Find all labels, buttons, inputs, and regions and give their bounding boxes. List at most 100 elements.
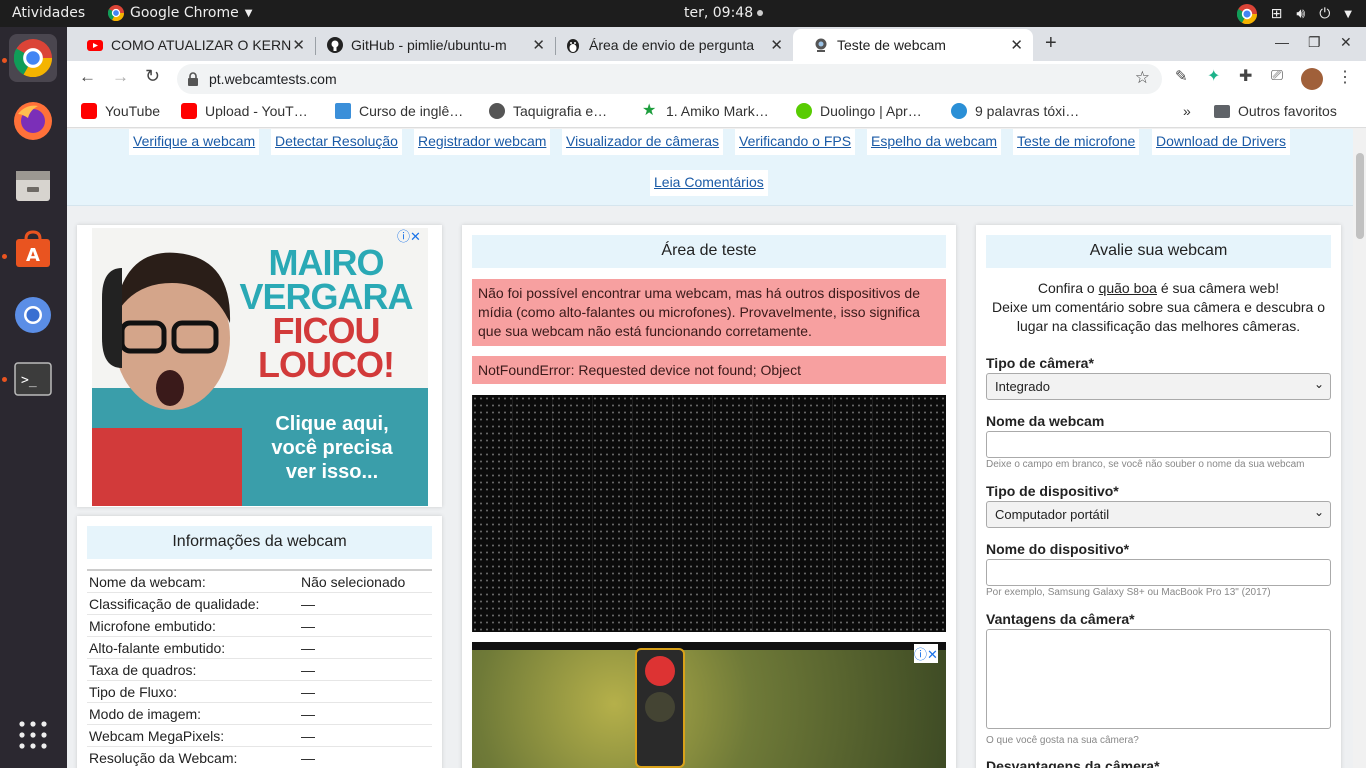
running-indicator [2, 254, 7, 259]
device-name-input[interactable] [986, 559, 1331, 586]
info-row: Classificação de qualidade: — [87, 593, 432, 615]
new-tab-button[interactable]: + [1045, 32, 1057, 55]
close-icon[interactable]: ✕ [532, 36, 545, 54]
quality-link[interactable]: quão boa [1099, 280, 1157, 296]
power-icon[interactable]: ⏻ [1319, 6, 1330, 22]
reload-button[interactable]: ↻ [145, 66, 160, 87]
tab-askubuntu[interactable]: Área de envio de pergunta ✕ [545, 29, 793, 61]
running-indicator [2, 58, 7, 63]
dock-software-icon[interactable]: A [9, 226, 57, 274]
duolingo-icon [796, 103, 812, 119]
nav-link-microfone[interactable]: Teste de microfone [1013, 129, 1140, 155]
ad-cta: Clique aqui, você precisa ver isso... [271, 413, 393, 483]
webcam-name-label: Nome da webcam [986, 413, 1105, 429]
nav-link-espelho[interactable]: Espelho da webcam [867, 129, 1002, 155]
chrome-tray-icon[interactable] [1236, 4, 1257, 24]
page-scrollbar[interactable] [1353, 129, 1366, 768]
tab-github[interactable]: GitHub - pimlie/ubuntu-m ✕ [307, 29, 555, 61]
more-bookmarks-button[interactable]: » [1183, 103, 1191, 119]
browser-toolbar: ← → ↻ pt.webcamtests.com ☆ ✎ ✦ ✚ ⎚ ⋮ [67, 61, 1366, 95]
maximize-button[interactable]: ❐ [1308, 34, 1321, 51]
other-bookmarks-folder[interactable]: Outros favoritos [1214, 103, 1337, 119]
info-row: Microfone embutido: — [87, 615, 432, 637]
webcam-icon [815, 38, 827, 52]
ad-banner[interactable]: MAIRO VERGARA FICOU LOUCO! Clique aqui, v… [92, 228, 428, 506]
app-menu[interactable]: Google Chrome ▼ [108, 5, 252, 21]
nav-link-registrador[interactable]: Registrador webcam [414, 129, 551, 155]
pros-textarea[interactable] [986, 629, 1331, 729]
dock-firefox-icon[interactable] [9, 97, 57, 145]
minimize-button[interactable]: — [1275, 34, 1289, 50]
info-row: Webcam MegaPixels: — [87, 725, 432, 747]
rate-webcam-title: Avalie sua webcam [986, 235, 1331, 268]
info-row: Resolução da Webcam: — [87, 747, 432, 768]
tab-youtube[interactable]: COMO ATUALIZAR O KERN ✕ [67, 29, 315, 61]
system-tray[interactable]: ⊞ 🔊︎ ⏻ ▼ [1236, 4, 1352, 24]
pros-label: Vantagens da câmera* [986, 611, 1135, 627]
nav-link-visualizador[interactable]: Visualizador de câmeras [562, 129, 724, 155]
nav-link-verifique[interactable]: Verifique a webcam [129, 129, 260, 155]
info-icon [951, 103, 967, 119]
show-apps-icon[interactable] [9, 711, 57, 759]
close-icon[interactable]: ✕ [770, 36, 783, 54]
bookmark-star-icon[interactable]: ☆ [1135, 68, 1150, 88]
close-icon[interactable]: ✕ [292, 36, 305, 54]
network-icon[interactable]: ⊞ [1271, 6, 1283, 22]
clock[interactable]: ter, 09:48 [684, 5, 764, 21]
volume-icon[interactable]: 🔊︎ [1296, 6, 1305, 22]
scrollbar-thumb[interactable] [1356, 153, 1364, 239]
info-row: Alto-falante embutido: — [87, 637, 432, 659]
address-bar[interactable]: pt.webcamtests.com ☆ [177, 64, 1162, 94]
bookmark-youtube[interactable]: YouTube [81, 103, 160, 119]
device-type-select[interactable]: Computador portátil ⌄ [986, 501, 1331, 528]
device-name-hint: Por exemplo, Samsung Galaxy S8+ ou MacBo… [986, 587, 1271, 598]
tab-title: Teste de webcam [837, 37, 946, 53]
camera-type-select[interactable]: Integrado ⌄ [986, 373, 1331, 400]
video-ad[interactable]: ⓘ✕ [472, 642, 946, 768]
site-nav: Verifique a webcam Detectar Resolução Re… [67, 129, 1353, 206]
error-message: NotFoundError: Requested device not foun… [472, 356, 946, 384]
activities-button[interactable]: Atividades [12, 5, 85, 21]
dock-files-icon[interactable] [9, 161, 57, 209]
extension-icon[interactable]: ✦ [1207, 66, 1220, 86]
bookmark-taquigrafia[interactable]: Taquigrafia e… [489, 103, 607, 119]
puzzle-icon[interactable]: ✚ [1239, 66, 1252, 86]
forward-button[interactable]: → [112, 67, 129, 87]
eyedropper-extension-icon[interactable]: ✎ [1175, 67, 1188, 85]
globe-icon [489, 103, 505, 119]
close-window-button[interactable]: ✕ [1340, 34, 1352, 51]
adchoices-icon[interactable]: ⓘ✕ [914, 644, 938, 663]
pros-hint: O que você gosta na sua câmera? [986, 735, 1139, 746]
dock-terminal-icon[interactable]: >_ [9, 355, 57, 403]
nav-link-comentarios[interactable]: Leia Comentários [650, 170, 768, 196]
system-top-bar: Atividades Google Chrome ▼ ter, 09:48 ⊞ … [0, 0, 1366, 27]
nav-link-drivers[interactable]: Download de Drivers [1152, 129, 1290, 155]
close-icon[interactable]: ✕ [1010, 36, 1023, 54]
bookmark-upload[interactable]: Upload - YouT… [181, 103, 308, 119]
bookmark-curso[interactable]: Curso de inglê… [335, 103, 463, 119]
dock: A >_ [0, 27, 67, 768]
cast-icon[interactable]: ⎚ [1271, 67, 1283, 84]
nav-link-resolucao[interactable]: Detectar Resolução [271, 129, 402, 155]
dock-chrome-icon[interactable] [9, 34, 57, 82]
traffic-light-image [635, 648, 685, 768]
bookmark-palavras[interactable]: 9 palavras tóxi… [951, 103, 1079, 119]
running-indicator [2, 377, 7, 382]
chevron-down-icon[interactable]: ▼ [1344, 9, 1352, 20]
rate-intro: Confira o quão boa é sua câmera web! Dei… [991, 280, 1326, 334]
back-button[interactable]: ← [79, 67, 96, 87]
info-row: Nome da webcam: Não selecionado [87, 571, 432, 593]
menu-icon[interactable]: ⋮ [1337, 67, 1353, 87]
tab-title: GitHub - pimlie/ubuntu-m [351, 37, 507, 53]
webcam-name-input[interactable] [986, 431, 1331, 458]
rate-webcam-card: Avalie sua webcam Confira o quão boa é s… [976, 225, 1341, 768]
bookmark-amiko[interactable]: ★ 1. Amiko Mark… [642, 103, 769, 120]
nav-link-fps[interactable]: Verificando o FPS [735, 129, 856, 155]
tab-webcam-test[interactable]: Teste de webcam ✕ [793, 29, 1033, 61]
bookmark-duolingo[interactable]: Duolingo | Apr… [796, 103, 922, 119]
github-icon [327, 37, 343, 53]
avatar[interactable] [1301, 68, 1323, 90]
dock-chromium-icon[interactable] [9, 291, 57, 339]
info-row: Taxa de quadros: — [87, 659, 432, 681]
adchoices-icon[interactable]: ⓘ✕ [397, 226, 421, 245]
